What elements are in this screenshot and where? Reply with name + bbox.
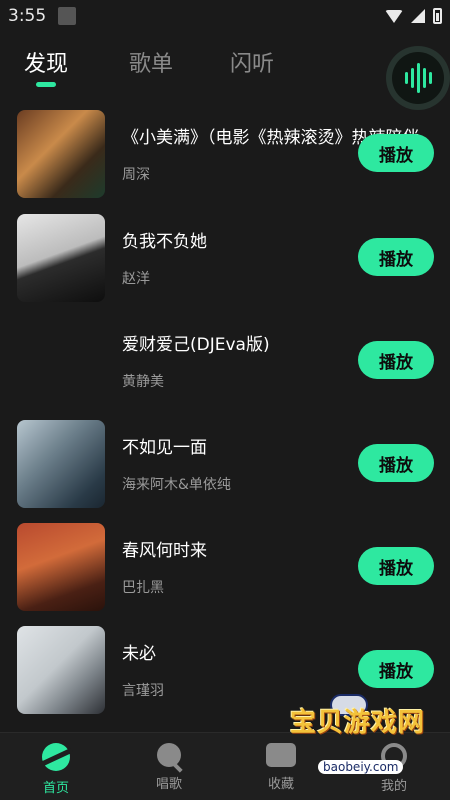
mic-icon [157, 743, 181, 767]
notification-icon [58, 7, 77, 25]
play-button[interactable]: 播放 [358, 547, 434, 585]
album-cover [17, 420, 105, 508]
battery-icon [433, 8, 442, 24]
song-artist: 海来阿木&单依纯 [122, 477, 231, 493]
watermark-title: 宝贝游戏网 [290, 708, 426, 738]
album-cover [17, 523, 105, 611]
song-row[interactable]: 负我不负她 赵洋 播放 [0, 210, 450, 302]
tab-playlists[interactable]: 歌单 [129, 46, 173, 78]
song-artist: 言瑾羽 [122, 683, 164, 699]
nav-home[interactable]: 首页 [16, 743, 96, 796]
home-icon [42, 743, 70, 771]
status-time: 3:55 [8, 6, 47, 26]
song-artist: 巴扎黑 [122, 580, 164, 596]
tab-indicator [36, 82, 56, 87]
song-row[interactable]: 春风何时来 巴扎黑 播放 [0, 519, 450, 611]
sound-wave-icon [392, 52, 444, 104]
album-cover [17, 110, 105, 198]
album-cover [17, 214, 105, 302]
tab-discover[interactable]: 发现 [24, 46, 68, 78]
song-row[interactable]: 不如见一面 海来阿木&单依纯 播放 [0, 416, 450, 508]
watermark-url: baobeiy.com [318, 760, 404, 774]
nav-sing[interactable]: 唱歌 [129, 743, 209, 792]
album-cover [17, 317, 105, 405]
now-playing-button[interactable] [386, 46, 450, 110]
tab-quick-listen[interactable]: 闪听 [230, 46, 274, 78]
nav-label: 首页 [42, 781, 69, 796]
top-tabs: 发现 歌单 闪听 [0, 38, 380, 90]
song-artist: 赵洋 [122, 271, 150, 287]
play-button[interactable]: 播放 [358, 238, 434, 276]
play-button[interactable]: 播放 [358, 650, 434, 688]
nav-label: 唱歌 [155, 777, 182, 792]
play-button[interactable]: 播放 [358, 341, 434, 379]
song-row[interactable]: 《小美满》（电影《热辣滚烫》热辣陪伴 周深 播放 [0, 106, 450, 198]
album-cover [17, 626, 105, 714]
status-icons [385, 8, 442, 24]
play-button[interactable]: 播放 [358, 134, 434, 172]
signal-icon [411, 9, 425, 23]
wifi-icon [385, 9, 403, 23]
song-artist: 周深 [122, 167, 150, 183]
watermark: 宝贝游戏网 baobeiy.com [282, 694, 442, 782]
play-button[interactable]: 播放 [358, 444, 434, 482]
song-artist: 黄静美 [122, 374, 164, 390]
status-bar: 3:55 [0, 0, 450, 32]
song-row[interactable]: 爱财爱己(DJEva版) 黄静美 播放 [0, 313, 450, 405]
